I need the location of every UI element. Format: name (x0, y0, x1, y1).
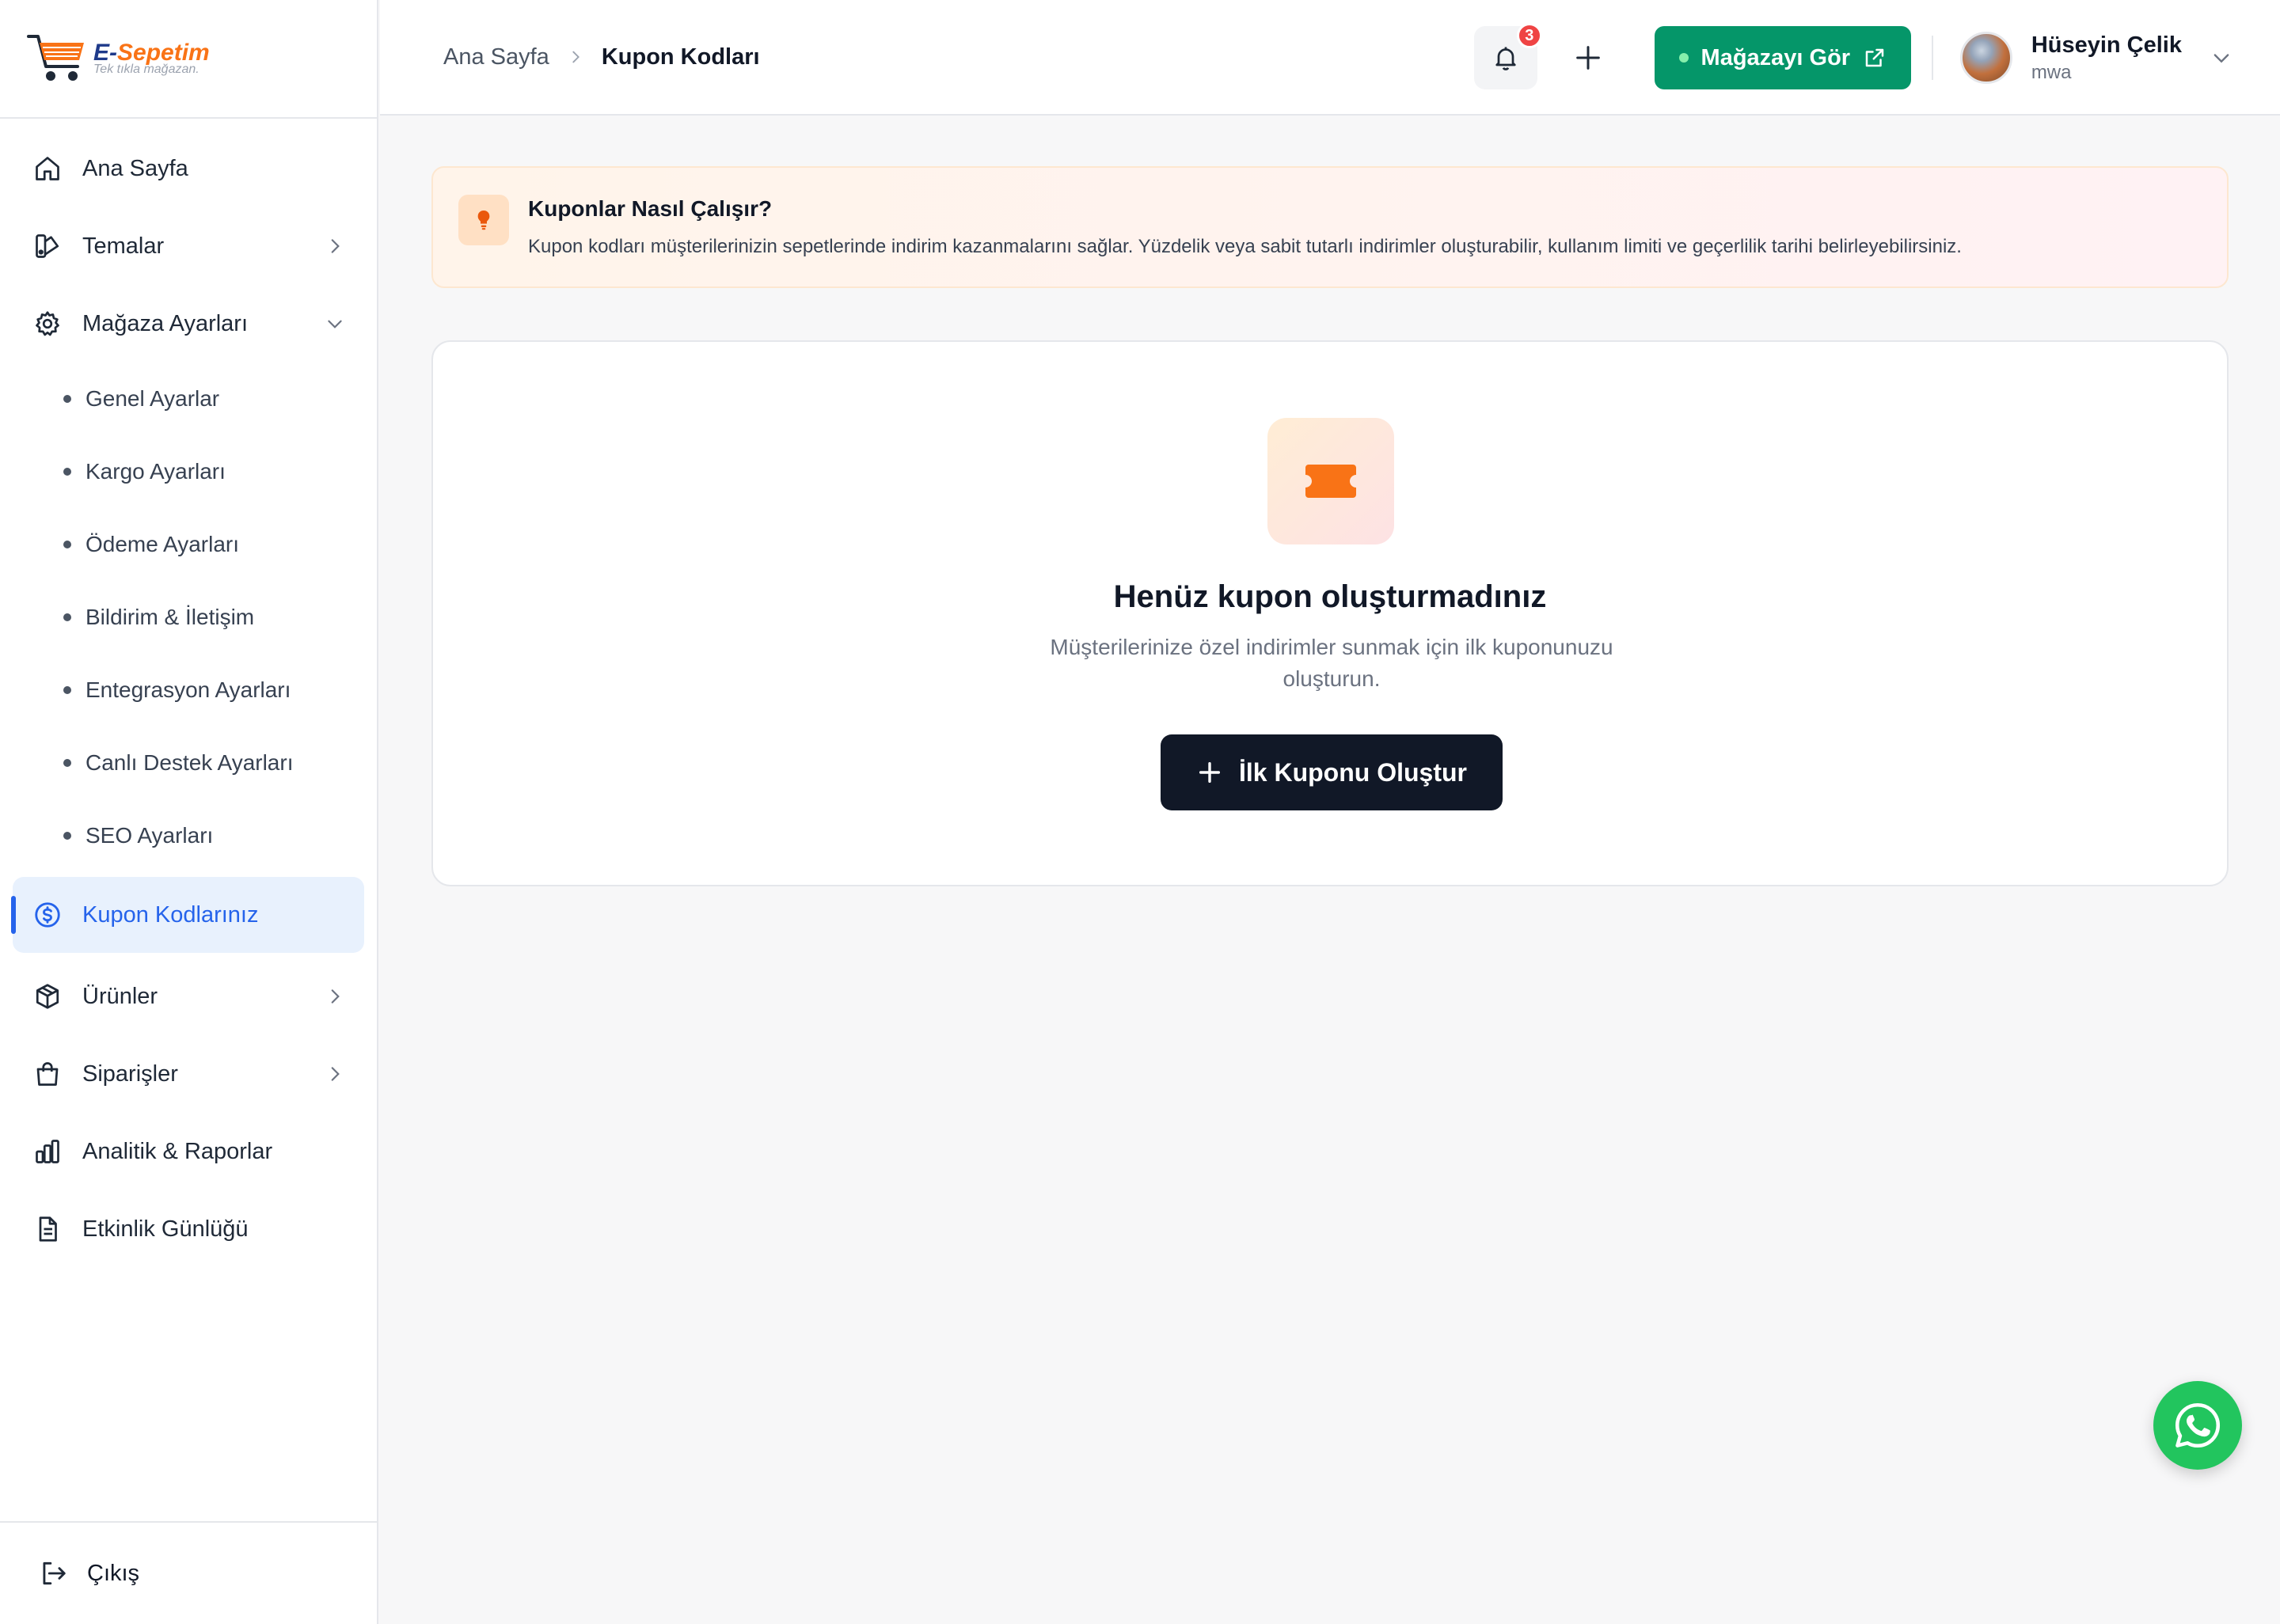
empty-state-description: Müşterilerinize özel indirimler sunmak i… (1050, 635, 1613, 691)
status-dot (1678, 53, 1689, 63)
chevron-right-icon (325, 1064, 345, 1084)
bullet-icon (63, 395, 71, 403)
user-menu[interactable]: Hüseyin Çelik mwa (1959, 32, 2232, 84)
bullet-icon (63, 468, 71, 476)
sidebar-item-label: Kupon Kodlarınız (82, 901, 259, 928)
add-button[interactable] (1556, 26, 1620, 89)
bell-icon (1495, 47, 1516, 70)
empty-state-card: Henüz kupon oluşturmadınız Müşterilerini… (431, 340, 2229, 886)
sidebar-subitem-live-support[interactable]: Canlı Destek Ayarları (0, 727, 377, 799)
sidebar-item-orders[interactable]: Siparişler (0, 1035, 377, 1113)
sidebar-item-products[interactable]: Ürünler (0, 958, 377, 1035)
document-icon (33, 1215, 62, 1243)
whatsapp-button[interactable] (2153, 1381, 2242, 1470)
sidebar-item-label: Etkinlik Günlüğü (82, 1216, 249, 1242)
top-header: Ana Sayfa Kupon Kodları 3 Mağazayı Gör H… (380, 0, 2280, 116)
bullet-icon (63, 541, 71, 548)
create-first-coupon-button[interactable]: İlk Kuponu Oluştur (1161, 734, 1503, 810)
info-banner: Kuponlar Nasıl Çalışır? Kupon kodları mü… (431, 166, 2229, 288)
info-title: Kuponlar Nasıl Çalışır? (528, 196, 773, 221)
chevron-down-icon (2210, 47, 2232, 69)
sidebar-item-label: Siparişler (82, 1061, 178, 1087)
user-name: Hüseyin Çelik (2031, 32, 2182, 58)
sidebar-item-label: Ana Sayfa (82, 155, 188, 181)
empty-state-title: Henüz kupon oluşturmadınız (1113, 579, 1547, 614)
lightbulb-icon (458, 195, 509, 245)
logout-icon (38, 1558, 68, 1588)
sidebar-subitem-shipping[interactable]: Kargo Ayarları (0, 435, 377, 508)
logo[interactable]: E-Sepetim Tek tıkla mağazan. (0, 0, 377, 119)
bar-chart-icon (33, 1137, 62, 1166)
notifications-button[interactable]: 3 (1473, 23, 1542, 89)
sidebar-subitem-seo[interactable]: SEO Ayarları (0, 799, 377, 872)
brand-name: E-Sepetim (93, 40, 210, 66)
box-icon (33, 982, 62, 1011)
chevron-down-icon (325, 313, 345, 334)
sidebar-subitem-general[interactable]: Genel Ayarlar (0, 362, 377, 435)
dollar-circle-icon (33, 901, 62, 929)
plus-icon (1575, 46, 1600, 70)
avatar (1959, 32, 2012, 84)
sidebar-item-themes[interactable]: Temalar (0, 207, 377, 285)
sidebar-nav: Ana Sayfa Temalar Mağaza Ayarları Genel … (0, 119, 377, 1268)
brand-tagline: Tek tıkla mağazan. (93, 63, 200, 76)
sidebar-item-label: Temalar (82, 233, 165, 259)
bullet-icon (63, 613, 71, 621)
ticket-icon (1267, 418, 1394, 544)
cart-logo-icon (27, 35, 84, 81)
breadcrumb-current: Kupon Kodları (601, 44, 760, 70)
chevron-right-icon (567, 48, 584, 66)
user-store: mwa (2031, 61, 2072, 83)
info-description: Kupon kodları müşterilerinizin sepetleri… (528, 236, 1962, 257)
logout-button[interactable]: Çıkış (0, 1521, 377, 1624)
sidebar-item-label: Ürünler (82, 983, 158, 1009)
sidebar-item-home[interactable]: Ana Sayfa (0, 130, 377, 207)
breadcrumb-home[interactable]: Ana Sayfa (443, 44, 549, 70)
gear-icon (33, 309, 62, 338)
sidebar-subitem-payment[interactable]: Ödeme Ayarları (0, 508, 377, 581)
sidebar: E-Sepetim Tek tıkla mağazan. Ana Sayfa T… (0, 0, 378, 1624)
sidebar-item-analytics[interactable]: Analitik & Raporlar (0, 1113, 377, 1190)
bullet-icon (63, 832, 71, 840)
bullet-icon (63, 759, 71, 767)
sidebar-item-store-settings[interactable]: Mağaza Ayarları (0, 285, 377, 362)
sidebar-item-label: Analitik & Raporlar (82, 1138, 273, 1164)
sidebar-subitem-notifications[interactable]: Bildirim & İletişim (0, 581, 377, 654)
chevron-right-icon (325, 986, 345, 1007)
sidebar-item-coupons[interactable]: Kupon Kodlarınız (11, 877, 364, 953)
sidebar-item-label: Mağaza Ayarları (82, 310, 249, 336)
whatsapp-icon (2175, 1402, 2221, 1448)
logout-label: Çıkış (87, 1560, 140, 1586)
plus-icon (1199, 761, 1221, 784)
notification-badge: 3 (1516, 23, 1542, 48)
breadcrumb: Ana Sayfa Kupon Kodları (443, 44, 760, 70)
shopping-bag-icon (33, 1060, 62, 1088)
view-store-button[interactable]: Mağazayı Gör (1654, 26, 1911, 89)
chevron-right-icon (325, 236, 345, 256)
divider (1931, 36, 1933, 80)
external-link-icon (1863, 46, 1887, 70)
home-icon (33, 154, 62, 183)
theme-icon (33, 232, 62, 260)
sidebar-item-activity-log[interactable]: Etkinlik Günlüğü (0, 1190, 377, 1268)
bullet-icon (63, 686, 71, 694)
sidebar-subitem-integrations[interactable]: Entegrasyon Ayarları (0, 654, 377, 727)
